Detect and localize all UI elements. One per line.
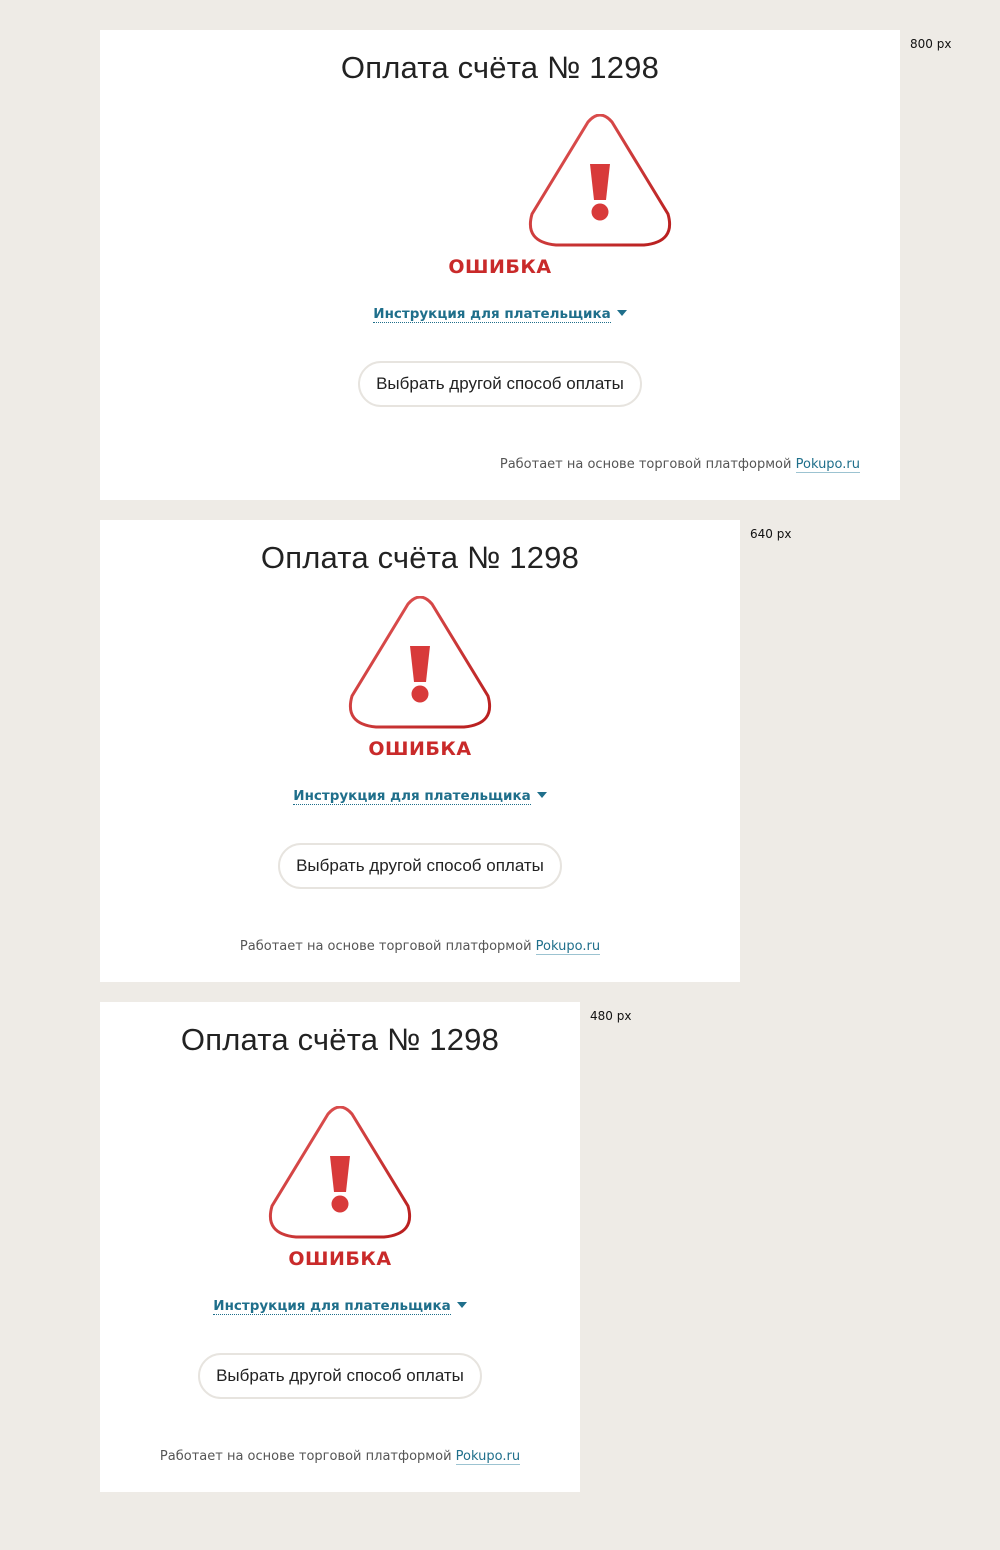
warning-triangle-icon — [266, 1106, 414, 1240]
caret-down-icon — [616, 310, 627, 316]
powered-by-text: Работает на основе торговой платформой — [499, 457, 792, 472]
error-status-label: ОШИБКА — [288, 1248, 392, 1270]
payment-panel-480: Оплата счёта № 1298 ОШИБКА Инструкция дл… — [100, 1002, 580, 1492]
powered-by-text: Работает на основе торговой платформой — [239, 939, 532, 954]
breakpoint-label-640: 640 px — [750, 527, 792, 541]
pokupo-link[interactable]: Pokupo.ru — [455, 1449, 521, 1465]
payer-instructions-toggle[interactable]: Инструкция для плательщика — [100, 788, 740, 805]
payer-instructions-toggle[interactable]: Инструкция для плательщика — [100, 1298, 580, 1315]
pokupo-link[interactable]: Pokupo.ru — [535, 939, 601, 955]
powered-by-footer: Работает на основе торговой платформой P… — [499, 457, 860, 473]
powered-by-footer: Работает на основе торговой платформой P… — [100, 939, 740, 955]
instructions-link[interactable]: Инструкция для плательщика — [293, 788, 531, 805]
payment-panel-640: Оплата счёта № 1298 ОШИБКА Инструкция дл… — [100, 520, 740, 982]
caret-down-icon — [456, 1302, 467, 1308]
payment-panel-800: Оплата счёта № 1298 ОШИБКА Инструкция дл… — [100, 30, 900, 500]
caret-down-icon — [536, 792, 547, 798]
choose-other-payment-button[interactable]: Выбрать другой способ оплаты — [358, 361, 642, 407]
warning-triangle-icon — [526, 114, 674, 248]
powered-by-footer: Работает на основе торговой платформой P… — [100, 1449, 580, 1465]
error-status-label: ОШИБКА — [368, 738, 472, 760]
error-status-label: ОШИБКА — [448, 256, 552, 278]
payer-instructions-toggle[interactable]: Инструкция для плательщика — [100, 306, 900, 323]
instructions-link[interactable]: Инструкция для плательщика — [373, 306, 611, 323]
pokupo-link[interactable]: Pokupo.ru — [795, 457, 860, 473]
powered-by-text: Работает на основе торговой платформой — [159, 1449, 452, 1464]
choose-other-payment-button[interactable]: Выбрать другой способ оплаты — [278, 843, 562, 889]
page-title: Оплата счёта № 1298 — [260, 540, 580, 575]
choose-other-payment-button[interactable]: Выбрать другой способ оплаты — [198, 1353, 482, 1399]
page-title: Оплата счёта № 1298 — [340, 50, 660, 85]
instructions-link[interactable]: Инструкция для плательщика — [213, 1298, 451, 1315]
breakpoint-label-800: 800 px — [910, 37, 952, 51]
page-title: Оплата счёта № 1298 — [180, 1022, 500, 1057]
breakpoint-label-480: 480 px — [590, 1009, 632, 1023]
warning-triangle-icon — [346, 596, 494, 730]
